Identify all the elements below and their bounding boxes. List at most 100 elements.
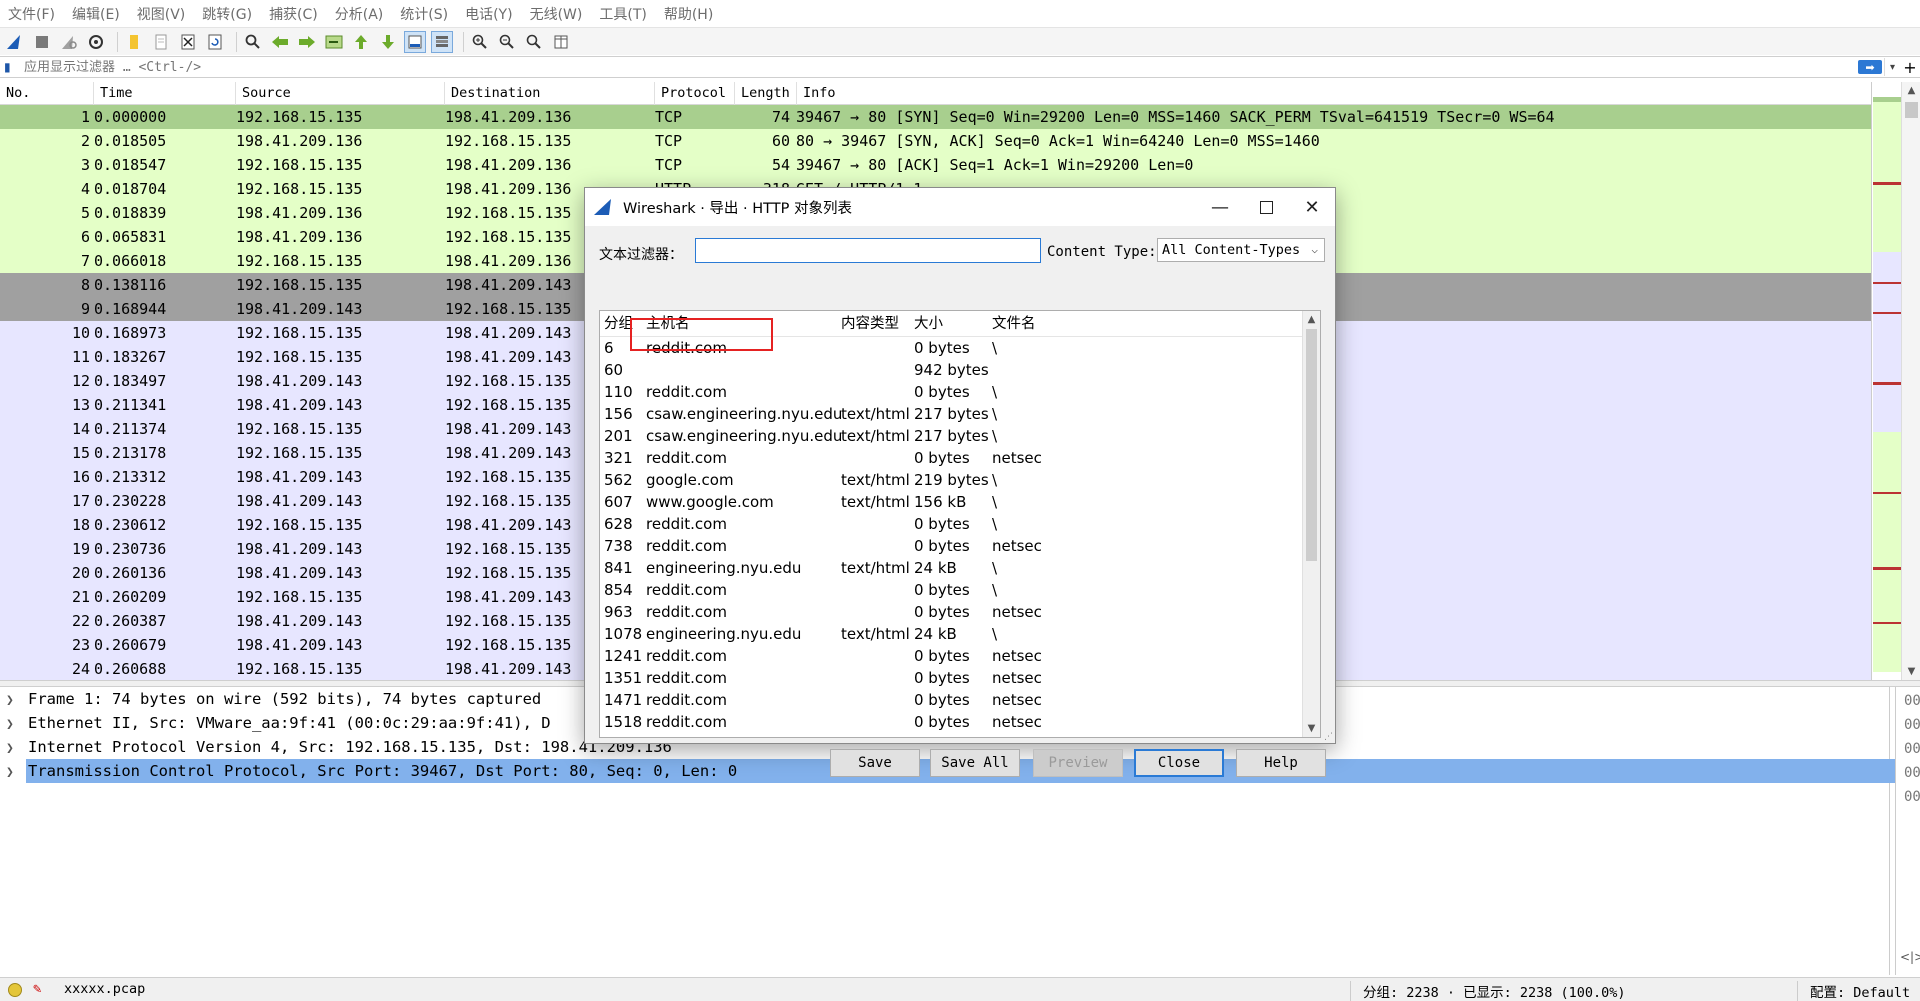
- menu-edit[interactable]: 编辑(E): [72, 4, 120, 24]
- packet-row[interactable]: 2 0.018505 198.41.209.136 192.168.15.135 TCP…: [0, 129, 1871, 153]
- object-row[interactable]: 562 google.com text/html 219 bytes \: [600, 469, 1320, 491]
- packet-row[interactable]: 3 0.018547 192.168.15.135 198.41.209.136 TCP…: [0, 153, 1871, 177]
- autoscroll-button[interactable]: [404, 30, 426, 53]
- object-row[interactable]: 156 csaw.engineering.nyu.edu text/html 217 …: [600, 403, 1320, 425]
- filter-history-dropdown[interactable]: ▾: [1884, 58, 1900, 76]
- packet-row[interactable]: 1 0.000000 192.168.15.135 198.41.209.136 TCP…: [0, 105, 1871, 129]
- object-row[interactable]: 841 engineering.nyu.edu text/html 24 kB \: [600, 557, 1320, 579]
- menu-analyze[interactable]: 分析(A): [335, 4, 384, 24]
- col-header-protocol[interactable]: Protocol: [655, 82, 735, 105]
- close-file-button[interactable]: [177, 31, 199, 53]
- col-header-no[interactable]: No.: [0, 82, 94, 105]
- close-button[interactable]: Close: [1134, 749, 1224, 777]
- close-window-button[interactable]: ✕: [1289, 188, 1335, 226]
- chevron-right-icon[interactable]: ❯: [6, 737, 28, 761]
- expert-info-indicator-icon[interactable]: [8, 983, 22, 997]
- bookmark-icon[interactable]: ▮: [4, 58, 20, 76]
- col-header-time[interactable]: Time: [94, 82, 236, 105]
- menu-go[interactable]: 跳转(G): [202, 4, 252, 24]
- object-row[interactable]: 1241 reddit.com 0 bytes netsec: [600, 645, 1320, 667]
- resize-columns-button[interactable]: [550, 31, 572, 53]
- object-row[interactable]: 60 942 bytes: [600, 359, 1320, 381]
- maximize-button[interactable]: [1243, 188, 1289, 226]
- scroll-up-icon[interactable]: ▲: [1303, 311, 1320, 328]
- object-row[interactable]: 854 reddit.com 0 bytes \: [600, 579, 1320, 601]
- scroll-thumb[interactable]: [1306, 329, 1317, 561]
- packet-time: 0.018839: [94, 204, 167, 222]
- zoom-out-button[interactable]: [496, 31, 518, 53]
- bytes-hscroll-arrows[interactable]: <|>: [1900, 950, 1920, 974]
- object-list-scrollbar[interactable]: ▲ ▼: [1302, 311, 1320, 737]
- content-type-select[interactable]: All Content-Types ⌵: [1157, 238, 1325, 262]
- save-button[interactable]: Save: [830, 749, 920, 777]
- menu-help[interactable]: 帮助(H): [664, 4, 713, 24]
- stop-capture-button[interactable]: [31, 31, 53, 53]
- object-packet: 1078: [604, 625, 643, 643]
- object-row[interactable]: 1471 reddit.com 0 bytes netsec: [600, 689, 1320, 711]
- first-packet-button[interactable]: [350, 31, 372, 53]
- object-row[interactable]: 110 reddit.com 0 bytes \: [600, 381, 1320, 403]
- object-row[interactable]: 1518 reddit.com 0 bytes netsec: [600, 711, 1320, 733]
- chevron-right-icon[interactable]: ❯: [6, 713, 28, 737]
- zoom-reset-button[interactable]: [523, 31, 545, 53]
- col-header-source[interactable]: Source: [236, 82, 445, 105]
- start-capture-button[interactable]: [4, 31, 26, 53]
- go-back-button[interactable]: [269, 31, 291, 53]
- object-row[interactable]: 738 reddit.com 0 bytes netsec: [600, 535, 1320, 557]
- menu-statistics[interactable]: 统计(S): [400, 4, 448, 24]
- object-row[interactable]: 628 reddit.com 0 bytes \: [600, 513, 1320, 535]
- colorize-button[interactable]: [431, 30, 453, 53]
- go-forward-button[interactable]: [296, 31, 318, 53]
- object-content-type: [841, 579, 916, 601]
- col-header-size[interactable]: 大小: [910, 311, 943, 337]
- object-row[interactable]: 321 reddit.com 0 bytes netsec: [600, 447, 1320, 469]
- minimize-button[interactable]: —: [1197, 188, 1243, 226]
- col-header-filename[interactable]: 文件名: [988, 311, 1036, 337]
- packet-list-scrollbar[interactable]: ▲ ▼: [1901, 82, 1920, 680]
- restart-capture-button[interactable]: [58, 31, 80, 53]
- text-filter-input[interactable]: [695, 238, 1041, 263]
- col-header-length[interactable]: Length: [735, 82, 797, 105]
- scroll-up-icon[interactable]: ▲: [1902, 82, 1920, 99]
- reload-file-button[interactable]: [204, 31, 226, 53]
- resize-grip-icon[interactable]: ⋰: [1324, 732, 1333, 742]
- menu-file[interactable]: 文件(F): [8, 4, 55, 24]
- col-header-destination[interactable]: Destination: [445, 82, 655, 105]
- menu-tools[interactable]: 工具(T): [599, 4, 646, 24]
- col-header-packet[interactable]: 分组: [600, 311, 633, 337]
- chevron-right-icon[interactable]: ❯: [6, 689, 28, 713]
- packet-minimap[interactable]: [1871, 82, 1901, 680]
- zoom-in-button[interactable]: [469, 31, 491, 53]
- object-row[interactable]: 607 www.google.com text/html 156 kB \: [600, 491, 1320, 513]
- menu-wireless[interactable]: 无线(W): [530, 4, 583, 24]
- scroll-down-icon[interactable]: ▼: [1303, 720, 1320, 737]
- status-profile[interactable]: 配置: Default: [1797, 981, 1910, 1001]
- preview-button[interactable]: Preview: [1033, 749, 1123, 777]
- menu-view[interactable]: 视图(V): [137, 4, 186, 24]
- menu-capture[interactable]: 捕获(C): [269, 4, 318, 24]
- dialog-titlebar[interactable]: Wireshark · 导出 · HTTP 对象列表 — ✕: [585, 188, 1335, 226]
- col-header-content-type[interactable]: 内容类型: [837, 311, 899, 337]
- capture-comment-icon[interactable]: ✎: [33, 981, 41, 997]
- menu-telephony[interactable]: 电话(Y): [465, 4, 512, 24]
- open-file-button[interactable]: [123, 31, 145, 53]
- add-filter-button[interactable]: +: [1900, 58, 1920, 77]
- capture-options-button[interactable]: [85, 31, 107, 53]
- object-row[interactable]: 1078 engineering.nyu.edu text/html 24 kB \: [600, 623, 1320, 645]
- col-header-info[interactable]: Info: [797, 82, 1871, 105]
- object-row[interactable]: 1351 reddit.com 0 bytes netsec: [600, 667, 1320, 689]
- go-to-packet-button[interactable]: [323, 31, 345, 53]
- scroll-thumb[interactable]: [1905, 102, 1918, 118]
- object-packet: 156: [604, 405, 633, 423]
- find-packet-button[interactable]: [242, 31, 264, 53]
- object-row[interactable]: 963 reddit.com 0 bytes netsec: [600, 601, 1320, 623]
- scroll-down-icon[interactable]: ▼: [1902, 663, 1920, 680]
- apply-filter-button[interactable]: ➡: [1858, 60, 1882, 74]
- display-filter-input[interactable]: [20, 57, 1858, 77]
- chevron-right-icon[interactable]: ❯: [6, 761, 28, 785]
- object-row[interactable]: 201 csaw.engineering.nyu.edu text/html 217 …: [600, 425, 1320, 447]
- help-button[interactable]: Help: [1236, 749, 1326, 777]
- save-file-button[interactable]: [150, 31, 172, 53]
- last-packet-button[interactable]: [377, 31, 399, 53]
- save-all-button[interactable]: Save All: [930, 749, 1020, 777]
